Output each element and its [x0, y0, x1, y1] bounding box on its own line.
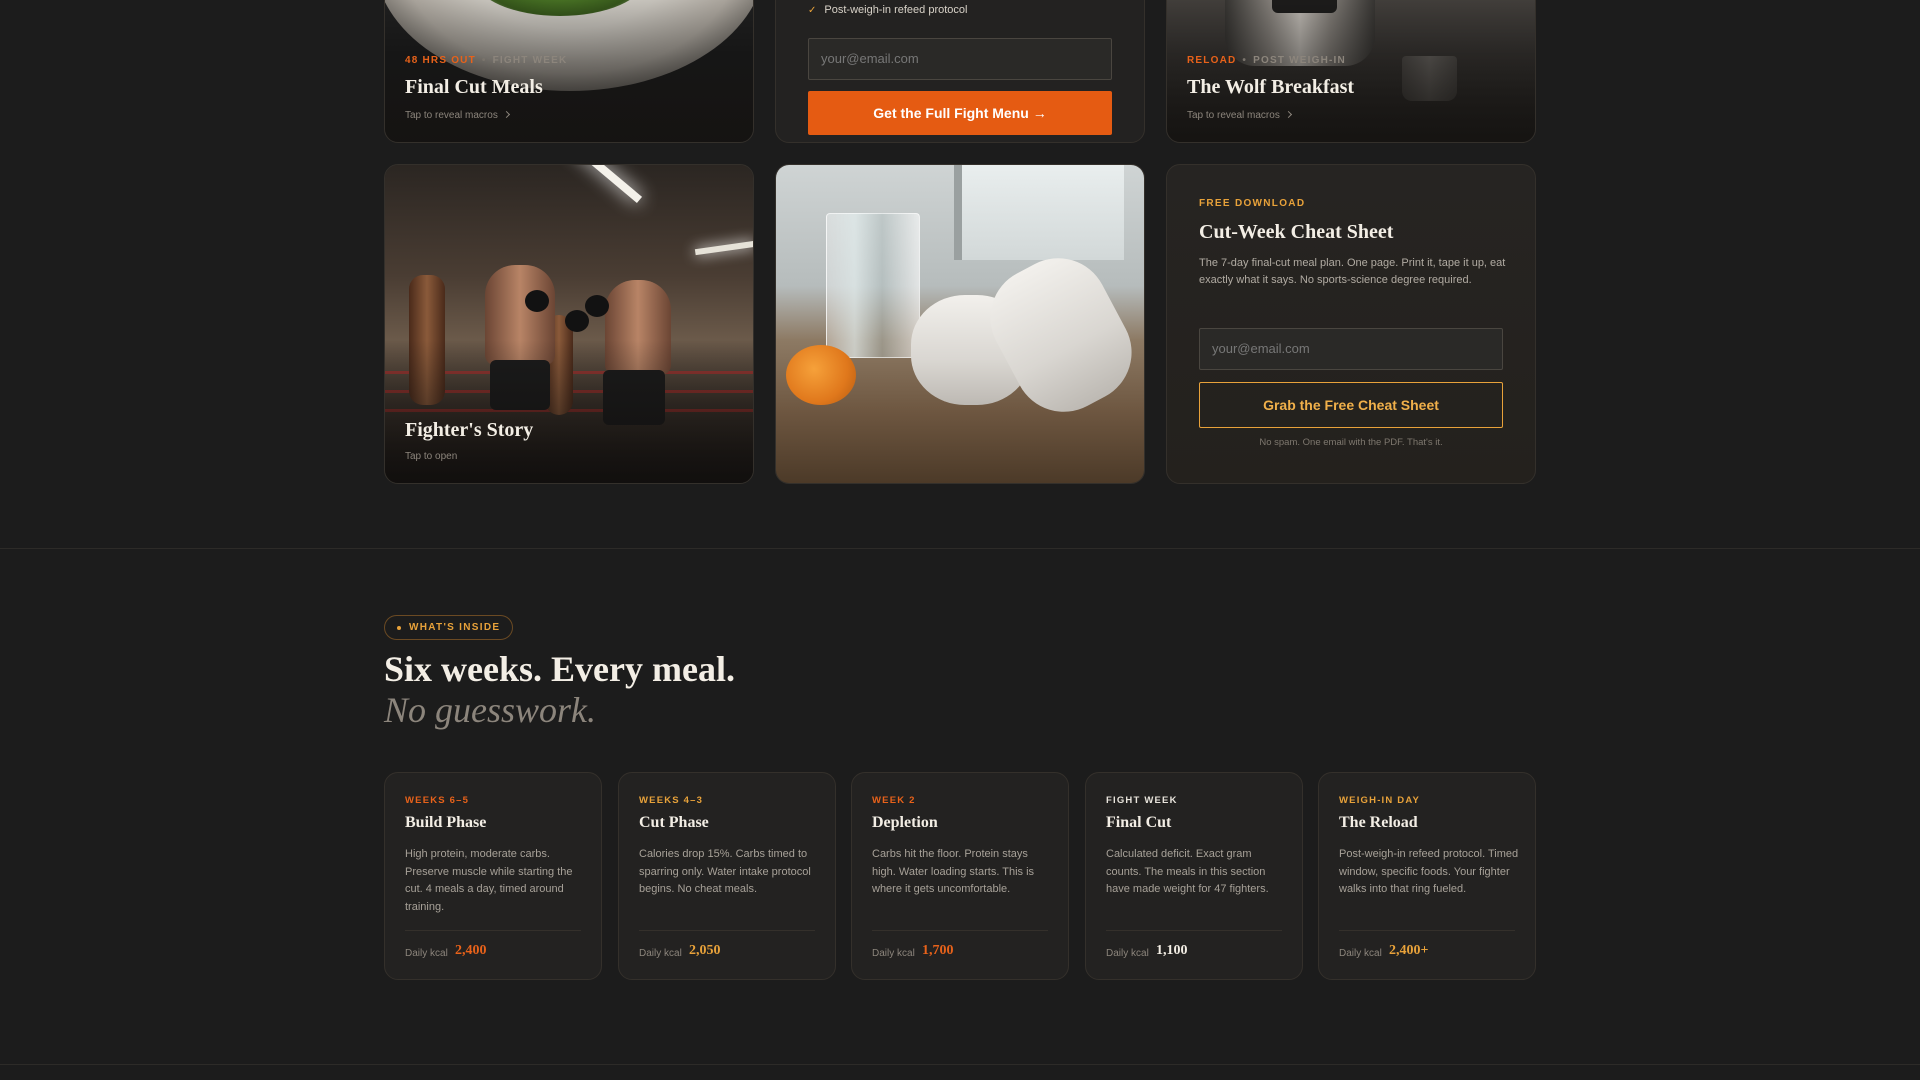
week-card: WEIGH-IN DAY The Reload Post-weigh-in re…: [1318, 772, 1536, 980]
week-card: WEEKS 4–3 Cut Phase Calories drop 15%. C…: [618, 772, 836, 980]
get-fight-menu-button[interactable]: Get the Full Fight Menu →: [808, 91, 1112, 135]
fighters-story-card[interactable]: Fighter's Story Tap to open: [384, 164, 754, 484]
daily-kcal-value: 1,700: [922, 943, 954, 958]
cheat-sheet-title: Cut-Week Cheat Sheet: [1199, 221, 1394, 243]
wolf-breakfast-card[interactable]: RELOAD • POST WEIGH-IN The Wolf Breakfast …: [1166, 0, 1536, 143]
week-card: WEEKS 6–5 Build Phase High protein, mode…: [384, 772, 602, 980]
tag-primary: RELOAD: [1187, 55, 1237, 66]
daily-kcal-label: Daily kcal: [872, 948, 915, 959]
week-title: The Reload: [1339, 814, 1418, 831]
checklist-item-label: Post-weigh-in refeed protocol: [824, 4, 968, 16]
tag-secondary: FIGHT WEEK: [492, 55, 568, 66]
tap-to-open-label: Tap to open: [405, 451, 458, 462]
daily-kcal-value: 2,400: [455, 943, 487, 958]
week-divider: [639, 930, 815, 931]
week-title: Depletion: [872, 814, 938, 831]
reveal-macros-label: Tap to reveal macros: [405, 110, 498, 121]
tag-secondary: POST WEIGH-IN: [1253, 55, 1346, 66]
daily-kcal-label: Daily kcal: [405, 948, 448, 959]
week-divider: [1106, 930, 1282, 931]
card-title: The Wolf Breakfast: [1187, 76, 1355, 98]
week-description: Calories drop 15%. Carbs timed to sparri…: [639, 848, 811, 895]
orange-slice-image: [786, 345, 856, 405]
week-title: Build Phase: [405, 814, 487, 831]
footer-divider: [0, 1064, 1920, 1065]
final-cut-meals-card[interactable]: 48 HRS OUT • FIGHT WEEK Final Cut Meals Ta…: [384, 0, 754, 143]
daily-kcal-label: Daily kcal: [1106, 948, 1149, 959]
water-towel-photo-card: [775, 164, 1145, 484]
week-label: WEIGH-IN DAY: [1339, 795, 1421, 806]
whats-inside-badge: WHAT'S INSIDE: [384, 615, 514, 640]
week-label: WEEK 2: [872, 795, 916, 806]
week-card: WEEK 2 Depletion Carbs hit the floor. Pr…: [851, 772, 1069, 980]
chevron-right-icon: [502, 110, 510, 119]
fight-menu-form-card: ✓ Post-weigh-in refeed protocol your@emai…: [775, 0, 1145, 143]
daily-kcal-value: 2,400+: [1389, 943, 1429, 958]
week-description: Calculated deficit. Exact gram counts. T…: [1106, 848, 1269, 895]
cheat-sheet-card: FREE DOWNLOAD Cut-Week Cheat Sheet The 7…: [1166, 164, 1536, 484]
section-heading: Six weeks. Every meal.: [384, 649, 735, 689]
cheat-sheet-description: The 7-day final-cut meal plan. One page.…: [1199, 257, 1506, 286]
reveal-macros-link[interactable]: Tap to reveal macros: [1187, 110, 1292, 121]
email-input[interactable]: your@email.com: [808, 38, 1112, 80]
daily-kcal-value: 2,050: [689, 943, 721, 958]
card-title: Fighter's Story: [405, 419, 534, 441]
grab-cheat-sheet-button[interactable]: Grab the Free Cheat Sheet: [1199, 382, 1503, 428]
daily-kcal-value: 1,100: [1156, 943, 1188, 958]
week-label: FIGHT WEEK: [1106, 795, 1178, 806]
card-title: Final Cut Meals: [405, 76, 543, 98]
week-label: WEEKS 4–3: [639, 795, 704, 806]
week-divider: [1339, 930, 1515, 931]
week-divider: [405, 930, 581, 931]
week-description: High protein, moderate carbs. Preserve m…: [405, 848, 573, 913]
email-input[interactable]: your@email.com: [1199, 328, 1503, 370]
week-title: Final Cut: [1106, 814, 1172, 831]
card-tagline: RELOAD • POST WEIGH-IN: [1187, 55, 1346, 66]
week-description: Carbs hit the floor. Protein stays high.…: [872, 848, 1035, 895]
no-spam-note: No spam. One email with the PDF. That's …: [1259, 437, 1443, 448]
week-card: FIGHT WEEK Final Cut Calculated deficit.…: [1085, 772, 1303, 980]
checklist-item: ✓ Post-weigh-in refeed protocol: [808, 4, 967, 16]
free-download-label: FREE DOWNLOAD: [1199, 198, 1306, 209]
check-icon: ✓: [808, 5, 817, 16]
chevron-right-icon: [1284, 110, 1292, 119]
water-glass-image: [826, 213, 920, 358]
tag-primary: 48 HRS OUT: [405, 55, 476, 66]
card-tagline: 48 HRS OUT • FIGHT WEEK: [405, 55, 568, 66]
daily-kcal-label: Daily kcal: [1339, 948, 1382, 959]
reveal-macros-label: Tap to reveal macros: [1187, 110, 1280, 121]
week-title: Cut Phase: [639, 814, 709, 831]
week-label: WEEKS 6–5: [405, 795, 470, 806]
week-description: Post-weigh-in refeed protocol. Timed win…: [1339, 848, 1519, 895]
week-divider: [872, 930, 1048, 931]
reveal-macros-link[interactable]: Tap to reveal macros: [405, 110, 510, 121]
section-heading-italic: No guesswork.: [384, 690, 597, 730]
section-divider: [0, 548, 1920, 549]
daily-kcal-label: Daily kcal: [639, 948, 682, 959]
